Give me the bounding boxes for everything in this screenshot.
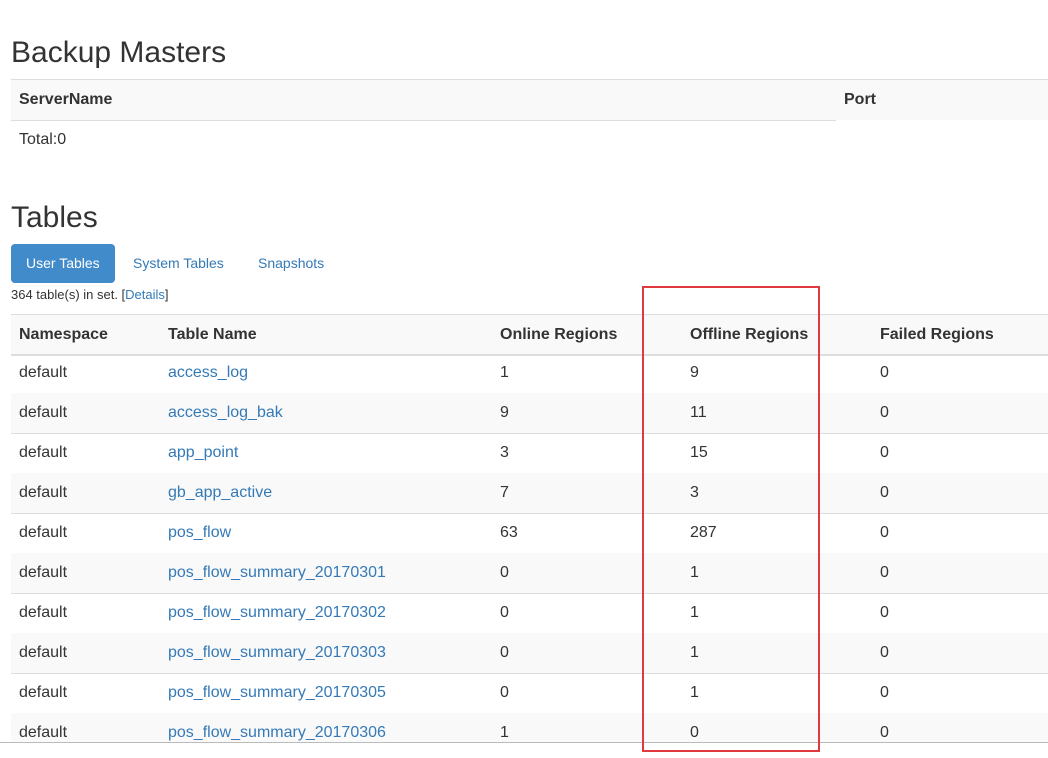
cell-table-name[interactable]: app_point (168, 433, 238, 473)
cell-namespace: default (19, 444, 68, 461)
column-failed-regions: Failed Regions (880, 326, 994, 343)
details-link[interactable]: Details (125, 287, 165, 302)
column-offline-regions: Offline Regions (690, 326, 809, 343)
table-row: default pos_flow_summary_20170306 1 0 0 (11, 713, 1048, 742)
column-namespace: Namespace (19, 326, 108, 343)
cell-failed-regions: 0 (880, 644, 889, 661)
table-count-text: 364 table(s) in set. [ (11, 287, 126, 302)
header-divider (11, 120, 836, 121)
table-row: default pos_flow_summary_20170301 0 1 0 (11, 553, 1048, 594)
cell-namespace: default (19, 644, 68, 661)
column-servername: ServerName (19, 91, 113, 108)
cell-failed-regions: 0 (880, 724, 889, 741)
cell-failed-regions: 0 (880, 604, 889, 621)
column-port: Port (844, 91, 876, 108)
cell-online-regions: 3 (500, 444, 509, 461)
cell-offline-regions: 1 (690, 644, 699, 661)
tab-user-tables[interactable]: User Tables (11, 244, 115, 283)
cell-table-name[interactable]: pos_flow_summary_20170306 (168, 713, 386, 742)
page: Backup Masters ServerName Port Total:0 T… (0, 0, 1048, 758)
cell-offline-regions: 287 (690, 524, 717, 541)
table-row: default access_log 1 9 0 (11, 353, 1048, 394)
cell-table-name[interactable]: gb_app_active (168, 473, 272, 513)
viewport-bottom-rule (0, 742, 1048, 743)
cell-namespace: default (19, 604, 68, 621)
tab-snapshots[interactable]: Snapshots (243, 244, 339, 283)
cell-offline-regions: 11 (690, 404, 707, 421)
cell-failed-regions: 0 (880, 404, 889, 421)
tables-table: Namespace Table Name Online Regions Offl… (11, 314, 1048, 742)
cell-offline-regions: 9 (690, 364, 699, 381)
cell-namespace: default (19, 404, 68, 421)
cell-offline-regions: 3 (690, 484, 699, 501)
cell-online-regions: 63 (500, 524, 518, 541)
cell-failed-regions: 0 (880, 484, 889, 501)
cell-failed-regions: 0 (880, 684, 889, 701)
column-table-name: Table Name (168, 326, 257, 343)
cell-namespace: default (19, 364, 68, 381)
cell-table-name[interactable]: access_log_bak (168, 393, 283, 433)
cell-online-regions: 0 (500, 564, 509, 581)
tables-title: Tables (11, 201, 98, 234)
backup-masters-title: Backup Masters (11, 36, 227, 69)
table-row: default app_point 3 15 0 (11, 433, 1048, 474)
cell-online-regions: 1 (500, 724, 509, 741)
column-online-regions: Online Regions (500, 326, 618, 343)
table-row: default pos_flow_summary_20170303 0 1 0 (11, 633, 1048, 674)
cell-failed-regions: 0 (880, 524, 889, 541)
cell-table-name[interactable]: pos_flow_summary_20170302 (168, 593, 386, 633)
cell-online-regions: 7 (500, 484, 509, 501)
cell-online-regions: 9 (500, 404, 509, 421)
cell-namespace: default (19, 524, 68, 541)
cell-online-regions: 0 (500, 604, 509, 621)
cell-namespace: default (19, 724, 68, 741)
cell-namespace: default (19, 684, 68, 701)
cell-offline-regions: 1 (690, 684, 699, 701)
backup-masters-table-header: ServerName Port (11, 79, 1048, 121)
table-row: default pos_flow_summary_20170305 0 1 0 (11, 673, 1048, 714)
tab-system-tables[interactable]: System Tables (118, 244, 239, 283)
table-row: default access_log_bak 9 11 0 (11, 393, 1048, 434)
cell-offline-regions: 1 (690, 604, 699, 621)
cell-online-regions: 0 (500, 684, 509, 701)
table-row: default gb_app_active 7 3 0 (11, 473, 1048, 514)
cell-namespace: default (19, 484, 68, 501)
cell-failed-regions: 0 (880, 444, 889, 461)
table-row: default pos_flow_summary_20170302 0 1 0 (11, 593, 1048, 634)
tables-table-header: Namespace Table Name Online Regions Offl… (11, 314, 1048, 356)
cell-online-regions: 1 (500, 364, 509, 381)
table-count-suffix: ] (164, 287, 169, 302)
cell-failed-regions: 0 (880, 564, 889, 581)
table-count-info: 364 table(s) in set. [Details] (11, 286, 169, 304)
cell-offline-regions: 1 (690, 564, 699, 581)
cell-namespace: default (19, 564, 68, 581)
cell-offline-regions: 15 (690, 444, 708, 461)
cell-table-name[interactable]: access_log (168, 353, 248, 393)
cell-table-name[interactable]: pos_flow_summary_20170301 (168, 553, 386, 593)
cell-table-name[interactable]: pos_flow (168, 513, 231, 553)
cell-failed-regions: 0 (880, 364, 889, 381)
cell-offline-regions: 0 (690, 724, 699, 741)
cell-online-regions: 0 (500, 644, 509, 661)
cell-table-name[interactable]: pos_flow_summary_20170303 (168, 633, 386, 673)
backup-masters-total: Total:0 (19, 131, 67, 148)
cell-table-name[interactable]: pos_flow_summary_20170305 (168, 673, 386, 713)
table-row: default pos_flow 63 287 0 (11, 513, 1048, 554)
